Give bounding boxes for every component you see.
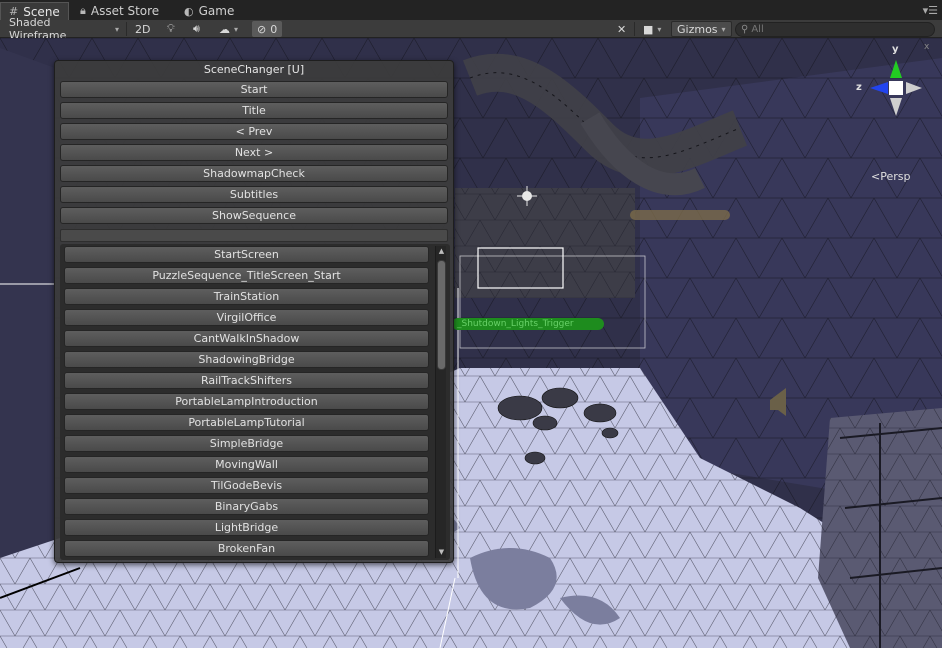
- trigger-name-label: _Shutdown_Lights_Trigger: [452, 318, 604, 330]
- tab-game[interactable]: ◐ Game: [176, 2, 242, 20]
- camera-dropdown[interactable]: ■ ▾: [638, 21, 666, 37]
- scene-list-item[interactable]: SimpleBridge: [64, 435, 429, 452]
- effects-dropdown[interactable]: ☁ ▾: [214, 21, 243, 37]
- gizmos-label: Gizmos: [677, 22, 718, 36]
- eye-slash-icon: ⊘: [257, 22, 267, 36]
- audio-toggle-button[interactable]: 🔊︎: [188, 21, 205, 37]
- shading-mode-dropdown[interactable]: Shaded Wireframe ▾: [4, 16, 124, 42]
- dropdown-arrow-icon: ▾: [114, 24, 119, 34]
- panel-title: SceneChanger [U]: [203, 63, 305, 76]
- tab-menu-icon[interactable]: ▾☰: [923, 4, 938, 17]
- projection-toggle[interactable]: <Persp: [871, 170, 910, 183]
- camera-icon: ■: [643, 22, 654, 36]
- lighting-toggle-button[interactable]: 💡︎: [162, 21, 180, 37]
- hidden-objects-toggle[interactable]: ⊘ 0: [252, 21, 283, 37]
- prev-button[interactable]: < Prev: [60, 123, 448, 140]
- 2d-toggle-button[interactable]: 2D: [130, 21, 155, 37]
- scene-list-item[interactable]: StartScreen: [64, 246, 429, 263]
- scene-list-item[interactable]: BinaryGabs: [64, 498, 429, 515]
- hidden-count: 0: [270, 22, 278, 36]
- tab-game-label: Game: [198, 4, 235, 18]
- dropdown-arrow-icon: ▾: [721, 24, 726, 34]
- dropdown-arrow-icon: ▾: [657, 24, 662, 34]
- scene-list-item[interactable]: MovingWall: [64, 456, 429, 473]
- scene-list-scrollbar[interactable]: ▲ ▼: [435, 246, 446, 558]
- chevron-left-icon: <: [871, 170, 881, 183]
- scene-list-item[interactable]: PuzzleSequence_TitleScreen_Start: [64, 267, 429, 284]
- scrollbar-thumb[interactable]: [437, 260, 446, 370]
- scene-list-item[interactable]: PortableLampTutorial: [64, 414, 429, 431]
- search-input[interactable]: [751, 24, 922, 35]
- search-icon: ⚲: [741, 24, 749, 35]
- speaker-icon: 🔊︎: [193, 22, 200, 35]
- dropdown-arrow-icon: ▾: [234, 24, 239, 34]
- scene-list[interactable]: StartScreen PuzzleSequence_TitleScreen_S…: [60, 244, 450, 560]
- lightbulb-icon: 💡︎: [167, 22, 175, 35]
- 2d-toggle-label: 2D: [135, 22, 151, 36]
- title-button[interactable]: Title: [60, 102, 448, 119]
- hierarchy-search-field[interactable]: ⚲: [735, 22, 935, 37]
- next-button[interactable]: Next >: [60, 144, 448, 161]
- gizmos-dropdown[interactable]: Gizmos ▾: [671, 21, 732, 37]
- start-button[interactable]: Start: [60, 81, 448, 98]
- panel-divider: [60, 229, 448, 242]
- scene-list-content: StartScreen PuzzleSequence_TitleScreen_S…: [60, 244, 440, 560]
- toolbar-divider: [634, 22, 635, 36]
- tools-icon: ✕: [617, 22, 627, 36]
- axis-y-label: y: [892, 44, 899, 55]
- shadowmap-check-button[interactable]: ShadowmapCheck: [60, 165, 448, 182]
- scene-list-item[interactable]: TilGodeBevis: [64, 477, 429, 494]
- scene-list-item[interactable]: CantWalkInShadow: [64, 330, 429, 347]
- scroll-down-arrow-icon[interactable]: ▼: [436, 547, 447, 558]
- effects-icon: ☁: [219, 22, 230, 36]
- scene-list-item[interactable]: ShadowingBridge: [64, 351, 429, 368]
- subtitles-button[interactable]: Subtitles: [60, 186, 448, 203]
- tools-button[interactable]: ✕: [612, 21, 631, 37]
- toolbar-divider: [126, 22, 127, 36]
- axis-x-label: x: [924, 42, 930, 52]
- scene-list-item[interactable]: VirgilOffice: [64, 309, 429, 326]
- scene-toolbar: Shaded Wireframe ▾ 2D 💡︎ 🔊︎ ☁ ▾ ⊘ 0 ✕ ■ …: [0, 16, 942, 42]
- game-icon: ◐: [184, 4, 194, 18]
- scroll-up-arrow-icon[interactable]: ▲: [436, 246, 447, 257]
- scene-changer-window[interactable]: SceneChanger [U] Start Title < Prev Next…: [54, 60, 454, 563]
- scene-list-item[interactable]: RailTrackShifters: [64, 372, 429, 389]
- scene-list-item[interactable]: LightBridge: [64, 519, 429, 536]
- editor-tab-bar: # Scene 🔒︎ Asset Store ◐ Game ▾☰: [0, 0, 942, 20]
- scene-list-item[interactable]: BrokenFan: [64, 540, 429, 557]
- scene-list-item[interactable]: PortableLampIntroduction: [64, 393, 429, 410]
- scene-list-item[interactable]: TrainStation: [64, 288, 429, 305]
- persp-label: Persp: [880, 170, 911, 183]
- show-sequence-button[interactable]: ShowSequence: [60, 207, 448, 224]
- axis-z-label: z: [856, 82, 862, 93]
